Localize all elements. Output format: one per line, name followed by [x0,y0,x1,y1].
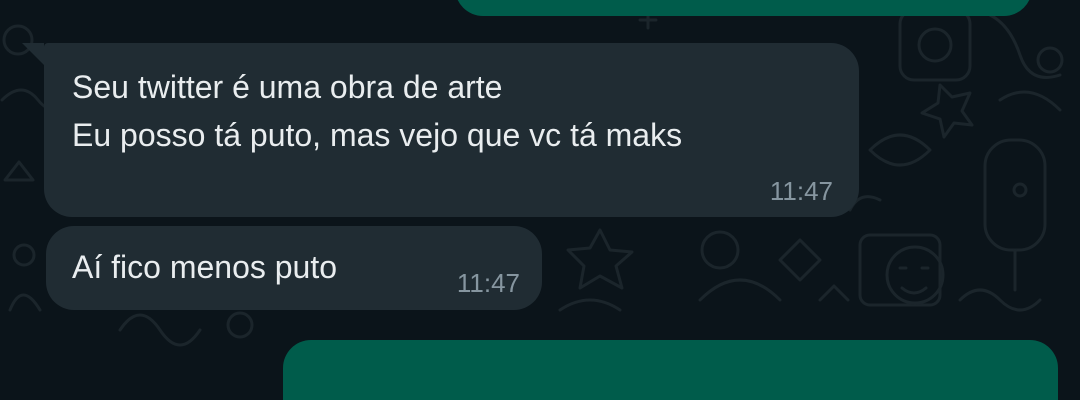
message-text-line: Seu twitter é uma obra de arte [72,69,503,105]
message-timestamp: 11:47 [456,268,520,298]
message-text-line: Aí fico menos puto [72,249,338,285]
message-timestamp: 11:47 [769,176,833,206]
outgoing-message-bubble-partial-bottom[interactable] [283,340,1058,400]
message-text-line: Eu posso tá puto, mas vejo que vc tá mak… [72,117,683,153]
incoming-message-bubble[interactable]: Aí fico menos puto 11:47 [46,226,542,310]
incoming-message-bubble[interactable]: Seu twitter é uma obra de arte Eu posso … [22,43,859,217]
outgoing-message-bubble-partial-top[interactable] [455,0,1032,16]
bubble-tail [22,43,44,65]
